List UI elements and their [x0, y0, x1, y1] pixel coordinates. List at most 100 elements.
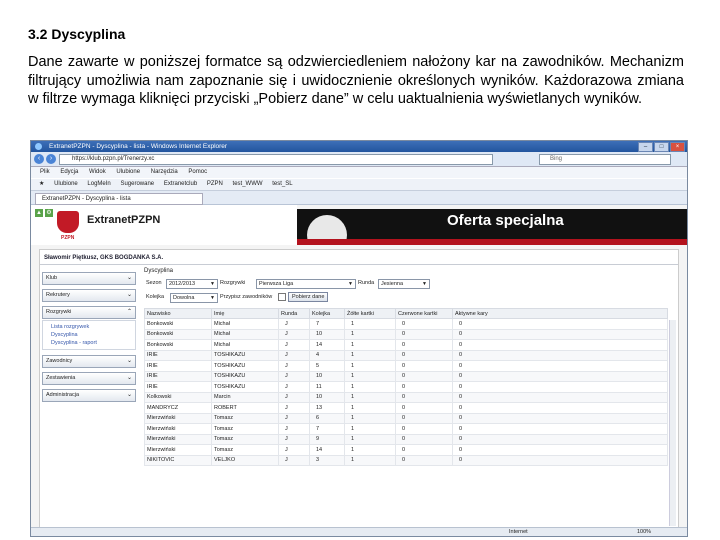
- table-cell: 1: [344, 454, 396, 466]
- close-icon[interactable]: ×: [670, 142, 685, 152]
- active-players-checkbox[interactable]: [278, 293, 286, 301]
- table-cell: 0: [395, 370, 453, 382]
- favorite-link[interactable]: Extranetclub: [164, 181, 197, 187]
- favorite-link[interactable]: test_SL: [272, 181, 292, 187]
- minimize-button[interactable]: –: [638, 142, 653, 152]
- table-cell: 1: [344, 381, 396, 393]
- chevron-down-icon: ⌄: [126, 275, 132, 281]
- menu-item[interactable]: Edycja: [60, 169, 78, 175]
- scrollbar[interactable]: [669, 320, 676, 526]
- table-cell: 1: [344, 339, 396, 351]
- table-cell: 1: [344, 360, 396, 372]
- favorite-link[interactable]: LogMeIn: [87, 181, 110, 187]
- table-cell: 7: [309, 423, 345, 435]
- table-cell: Michał: [211, 318, 279, 330]
- url-field[interactable]: https://klub.pzpn.pl/Trenerzy.xc: [59, 154, 493, 165]
- main-panel: Dyscyplina Sezon 2012/2013 ▼ Rozgrywki Pi…: [144, 266, 672, 466]
- star-icon[interactable]: ★: [39, 181, 44, 187]
- table-cell: Bonkowski: [144, 318, 212, 330]
- logo-text: ExtranetPZPN: [87, 214, 161, 226]
- sidebar-item-rekrutery[interactable]: Rekrutery ⌄: [42, 289, 136, 302]
- table-row[interactable]: Mierzwiński Tomasz J 14 1 0 0: [144, 444, 668, 456]
- table-cell: 0: [452, 328, 668, 340]
- round-label: Runda: [358, 280, 375, 286]
- sidebar-item-klub[interactable]: Klub ⌄: [42, 272, 136, 285]
- table-cell: 7: [309, 318, 345, 330]
- column-header[interactable]: Runda: [278, 308, 310, 319]
- tab-dyscyplina[interactable]: ExtranetPZPN - Dyscyplina - lista: [35, 193, 203, 205]
- sidebar-subitem[interactable]: Lista rozgrywek: [51, 323, 135, 331]
- sidebar-subitem[interactable]: Dyscyplina - raport: [51, 339, 135, 347]
- maximize-button[interactable]: □: [654, 142, 669, 152]
- column-header[interactable]: Żółte kartki: [344, 308, 396, 319]
- table-row[interactable]: Mierzwiński Tomasz J 9 1 0 0: [144, 433, 668, 445]
- sidebar-item-administracja[interactable]: Administracja ⌄: [42, 389, 136, 402]
- favorite-link[interactable]: test_WWW: [233, 181, 263, 187]
- table-cell: Mierzwiński: [144, 444, 212, 456]
- fetch-data-button[interactable]: Pobierz dane: [288, 292, 329, 302]
- round-select[interactable]: Jesienna ▼: [378, 279, 430, 289]
- table-cell: J: [278, 360, 310, 372]
- menu-item[interactable]: Pomoc: [188, 169, 207, 175]
- table-cell: Mierzwiński: [144, 433, 212, 445]
- table-cell: 0: [452, 318, 668, 330]
- back-button[interactable]: ‹: [34, 154, 44, 164]
- chevron-down-icon: ⌄: [126, 292, 132, 298]
- chevron-down-icon: ▼: [210, 281, 215, 287]
- season-label: Sezon: [146, 280, 162, 286]
- table-cell: Tomasz: [211, 433, 279, 445]
- table-row[interactable]: MANDRYCZ ROBERT J 13 1 0 0: [144, 402, 668, 414]
- favorite-link[interactable]: Ulubione: [54, 181, 78, 187]
- table-cell: 1: [344, 444, 396, 456]
- table-cell: 0: [452, 381, 668, 393]
- table-cell: IRIE: [144, 360, 212, 372]
- search-input[interactable]: Bing: [539, 154, 671, 165]
- column-header[interactable]: Imię: [211, 308, 279, 319]
- table-row[interactable]: Mierzwiński Tomasz J 7 1 0 0: [144, 423, 668, 435]
- table-cell: J: [278, 339, 310, 351]
- document-heading: 3.2 Dyscyplina: [28, 26, 126, 42]
- table-cell: 0: [395, 433, 453, 445]
- menu-item[interactable]: Widok: [89, 169, 106, 175]
- table-cell: 14: [309, 339, 345, 351]
- table-row[interactable]: IRIE TOSHIKAZU J 4 1 0 0: [144, 349, 668, 361]
- column-header[interactable]: Kolejka: [309, 308, 345, 319]
- table-cell: 0: [395, 412, 453, 424]
- favorite-link[interactable]: PZPN: [207, 181, 223, 187]
- sidebar-item-rozgrywki[interactable]: Rozgrywki ⌃: [42, 306, 136, 319]
- up-icon[interactable]: ▲: [35, 209, 43, 217]
- table-cell: 0: [452, 423, 668, 435]
- promo-banner[interactable]: Oferta specjalna: [297, 209, 687, 245]
- queue-select[interactable]: Dowolna ▼: [170, 293, 218, 303]
- table-row[interactable]: NIKITOVIC VELJKO J 3 1 0 0: [144, 454, 668, 466]
- menu-item[interactable]: Narzędzia: [151, 169, 178, 175]
- sidebar-item-zestawienia[interactable]: Zestawienia ⌄: [42, 372, 136, 385]
- menu-item[interactable]: Ulubione: [116, 169, 140, 175]
- settings-icon[interactable]: ⚙: [45, 209, 53, 217]
- table-row[interactable]: Bonkowski Michał J 7 1 0 0: [144, 318, 668, 330]
- menu-item[interactable]: Plik: [40, 169, 50, 175]
- table-row[interactable]: Bonkowski Michał J 14 1 0 0: [144, 339, 668, 351]
- favorite-link[interactable]: Sugerowane: [120, 181, 154, 187]
- forward-button[interactable]: ›: [46, 154, 56, 164]
- sidebar-item-zawodnicy[interactable]: Zawodnicy ⌄: [42, 355, 136, 368]
- column-header[interactable]: Nazwisko: [144, 308, 212, 319]
- table-cell: J: [278, 402, 310, 414]
- table-cell: J: [278, 370, 310, 382]
- table-cell: 13: [309, 402, 345, 414]
- column-header[interactable]: Czerwone kartki: [395, 308, 453, 319]
- table-row[interactable]: IRIE TOSHIKAZU J 11 1 0 0: [144, 381, 668, 393]
- games-label: Rozgrywki: [220, 280, 246, 286]
- sidebar-subitem[interactable]: Dyscyplina: [51, 331, 135, 339]
- table-row[interactable]: IRIE TOSHIKAZU J 5 1 0 0: [144, 360, 668, 372]
- column-header[interactable]: Aktywne kary: [452, 308, 668, 319]
- table-cell: 9: [309, 433, 345, 445]
- table-row[interactable]: Bonkowski Michał J 10 1 0 0: [144, 328, 668, 340]
- table-row[interactable]: Kolkowski Marcin J 10 1 0 0: [144, 391, 668, 403]
- document-paragraph: Dane zawarte w poniższej formatce są odz…: [28, 54, 684, 107]
- table-row[interactable]: Mierzwiński Tomasz J 6 1 0 0: [144, 412, 668, 424]
- zoom-level[interactable]: 100%: [637, 528, 651, 536]
- season-select[interactable]: 2012/2013 ▼: [166, 279, 218, 289]
- games-select[interactable]: Pierwsza Liga ▼: [256, 279, 356, 289]
- table-row[interactable]: IRIE TOSHIKAZU J 10 1 0 0: [144, 370, 668, 382]
